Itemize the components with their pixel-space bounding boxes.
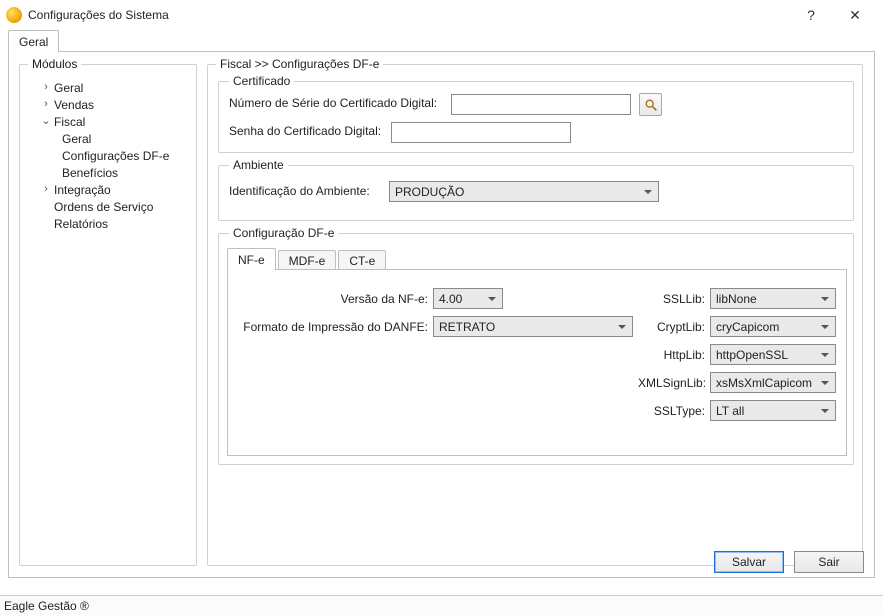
versao-label: Versão da NF-e: bbox=[238, 292, 428, 306]
cryptlib-value: cryCapicom bbox=[716, 320, 779, 334]
ssllib-label: SSLLib: bbox=[638, 292, 705, 306]
save-button[interactable]: Salvar bbox=[714, 551, 784, 573]
cert-senha-input[interactable] bbox=[391, 122, 571, 143]
ambiente-label: Identificação do Ambiente: bbox=[229, 184, 370, 198]
cert-serie-label: Número de Série do Certificado Digital: bbox=[229, 96, 437, 110]
modules-tree: › Geral › Vendas ⌄ Fiscal Geral Configur… bbox=[20, 75, 196, 236]
tree-item-label: Geral bbox=[52, 81, 83, 95]
tree-item-label: Geral bbox=[60, 132, 91, 146]
statusbar-text: Eagle Gestão ® bbox=[4, 599, 89, 613]
certificado-legend: Certificado bbox=[229, 74, 294, 88]
tree-item-vendas[interactable]: › Vendas bbox=[26, 96, 190, 113]
xmlsignlib-value: xsMsXmlCapicom bbox=[716, 376, 812, 390]
httplib-value: httpOpenSSL bbox=[716, 348, 788, 362]
chevron-right-icon: › bbox=[40, 82, 52, 93]
tab-mdfe-label: MDF-e bbox=[289, 254, 326, 268]
breadcrumb: Fiscal >> Configurações DF-e bbox=[216, 57, 383, 71]
dfe-legend: Configuração DF-e bbox=[229, 226, 338, 240]
versao-select[interactable]: 4.00 bbox=[433, 288, 503, 309]
tree-item-ordens[interactable]: › Ordens de Serviço bbox=[26, 198, 190, 215]
modules-groupbox: Módulos › Geral › Vendas ⌄ Fiscal Geral bbox=[19, 64, 197, 566]
tree-item-fiscal-config-dfe[interactable]: Configurações DF-e bbox=[26, 147, 190, 164]
ambiente-legend: Ambiente bbox=[229, 158, 288, 172]
httplib-select[interactable]: httpOpenSSL bbox=[710, 344, 836, 365]
button-row: Salvar Sair bbox=[714, 551, 864, 573]
help-button[interactable]: ? bbox=[789, 1, 833, 29]
search-icon bbox=[644, 98, 658, 112]
tab-mdfe[interactable]: MDF-e bbox=[278, 250, 337, 270]
tree-item-fiscal-beneficios[interactable]: Benefícios bbox=[26, 164, 190, 181]
tree-item-label: Configurações DF-e bbox=[60, 149, 169, 163]
tree-item-fiscal[interactable]: ⌄ Fiscal bbox=[26, 113, 190, 130]
certificado-groupbox: Certificado Número de Série do Certifica… bbox=[218, 81, 854, 153]
main-tabcontrol: Geral Módulos › Geral › Vendas ⌄ Fiscal bbox=[8, 30, 875, 578]
tree-item-geral[interactable]: › Geral bbox=[26, 79, 190, 96]
tree-item-label: Integração bbox=[52, 183, 111, 197]
cryptlib-select[interactable]: cryCapicom bbox=[710, 316, 836, 337]
modules-legend: Módulos bbox=[28, 57, 81, 71]
window-title: Configurações do Sistema bbox=[28, 8, 789, 22]
nfe-page: Versão da NF-e: 4.00 Formato de Impressã… bbox=[227, 269, 847, 456]
tabpage-geral: Módulos › Geral › Vendas ⌄ Fiscal Geral bbox=[8, 51, 875, 578]
ambiente-groupbox: Ambiente Identificação do Ambiente: PROD… bbox=[218, 165, 854, 221]
xmlsignlib-select[interactable]: xsMsXmlCapicom bbox=[710, 372, 836, 393]
statusbar: Eagle Gestão ® bbox=[0, 595, 883, 615]
main-tabstrip: Geral bbox=[8, 30, 875, 52]
tab-nfe[interactable]: NF-e bbox=[227, 248, 276, 270]
dfe-tabs: NF-e MDF-e CT-e Versão da NF-e: bbox=[227, 248, 847, 456]
tab-geral-label: Geral bbox=[19, 35, 48, 49]
chevron-right-icon: › bbox=[40, 184, 52, 195]
versao-value: 4.00 bbox=[439, 292, 462, 306]
app-icon bbox=[6, 7, 22, 23]
tree-item-fiscal-geral[interactable]: Geral bbox=[26, 130, 190, 147]
close-button[interactable]: ✕ bbox=[833, 1, 877, 29]
httplib-label: HttpLib: bbox=[638, 348, 705, 362]
ssltype-value: LT all bbox=[716, 404, 744, 418]
content-panel: Fiscal >> Configurações DF-e Certificado… bbox=[207, 64, 863, 566]
cryptlib-label: CryptLib: bbox=[638, 320, 705, 334]
tree-item-label: Fiscal bbox=[52, 115, 85, 129]
ssltype-select[interactable]: LT all bbox=[710, 400, 836, 421]
tree-item-label: Ordens de Serviço bbox=[52, 200, 153, 214]
exit-button-label: Sair bbox=[818, 555, 839, 569]
chevron-right-icon: › bbox=[40, 99, 52, 110]
cert-serie-input[interactable] bbox=[451, 94, 631, 115]
cert-search-button[interactable] bbox=[639, 93, 662, 116]
ssltype-label: SSLType: bbox=[638, 404, 705, 418]
tab-cte-label: CT-e bbox=[349, 254, 375, 268]
dfe-tabstrip: NF-e MDF-e CT-e bbox=[227, 248, 847, 270]
ambiente-select[interactable]: PRODUÇÃO bbox=[389, 181, 659, 202]
exit-button[interactable]: Sair bbox=[794, 551, 864, 573]
ambiente-value: PRODUÇÃO bbox=[395, 185, 464, 199]
save-button-label: Salvar bbox=[732, 555, 766, 569]
chevron-down-icon: ⌄ bbox=[40, 116, 52, 127]
tab-geral[interactable]: Geral bbox=[8, 30, 59, 52]
tab-cte[interactable]: CT-e bbox=[338, 250, 386, 270]
tree-item-integracao[interactable]: › Integração bbox=[26, 181, 190, 198]
tree-item-relatorios[interactable]: › Relatórios bbox=[26, 215, 190, 232]
danfe-select[interactable]: RETRATO bbox=[433, 316, 633, 337]
cert-senha-label: Senha do Certificado Digital: bbox=[229, 124, 381, 138]
tree-item-label: Vendas bbox=[52, 98, 94, 112]
danfe-value: RETRATO bbox=[439, 320, 495, 334]
xmlsignlib-label: XMLSignLib: bbox=[638, 376, 705, 390]
dfe-groupbox: Configuração DF-e NF-e MDF-e CT-e bbox=[218, 233, 854, 465]
tab-nfe-label: NF-e bbox=[238, 253, 265, 267]
titlebar: Configurações do Sistema ? ✕ bbox=[0, 0, 883, 30]
tree-item-label: Benefícios bbox=[60, 166, 118, 180]
ssllib-value: libNone bbox=[716, 292, 757, 306]
ssllib-select[interactable]: libNone bbox=[710, 288, 836, 309]
tree-item-label: Relatórios bbox=[52, 217, 108, 231]
danfe-label: Formato de Impressão do DANFE: bbox=[238, 320, 428, 334]
